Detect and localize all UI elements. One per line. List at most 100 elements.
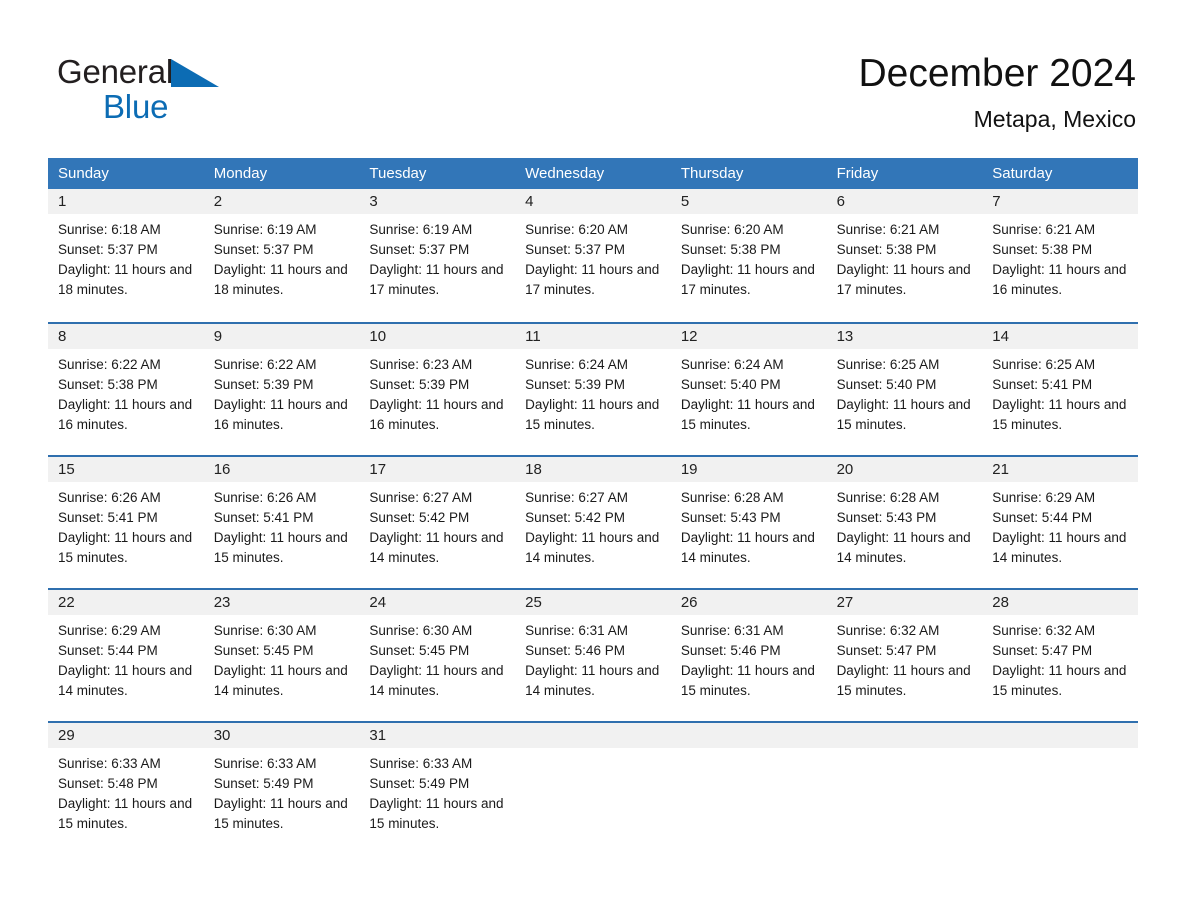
day-cell[interactable]: 27 Sunrise: 6:32 AM Sunset: 5:47 PM Dayl…: [826, 590, 983, 721]
daylight-text: Daylight: 11 hours and 15 minutes.: [369, 796, 504, 831]
sunrise-text: Sunrise: 6:33 AM: [369, 756, 473, 771]
day-cell[interactable]: 31 Sunrise: 6:33 AM Sunset: 5:49 PM Dayl…: [359, 723, 516, 854]
day-cell[interactable]: 28 Sunrise: 6:32 AM Sunset: 5:47 PM Dayl…: [982, 590, 1138, 721]
daylight-text: Daylight: 11 hours and 14 minutes.: [213, 663, 348, 698]
day-number: 1: [48, 189, 204, 214]
day-cell[interactable]: 19 Sunrise: 6:28 AM Sunset: 5:43 PM Dayl…: [670, 457, 827, 588]
day-details: Sunrise: 6:28 AM Sunset: 5:43 PM Dayligh…: [827, 482, 983, 568]
day-details: Sunrise: 6:32 AM Sunset: 5:47 PM Dayligh…: [827, 615, 983, 701]
day-details: Sunrise: 6:29 AM Sunset: 5:44 PM Dayligh…: [982, 482, 1138, 568]
sunset-text: Sunset: 5:38 PM: [680, 242, 781, 257]
day-cell[interactable]: 22 Sunrise: 6:29 AM Sunset: 5:44 PM Dayl…: [48, 590, 204, 721]
daylight-text: Daylight: 11 hours and 15 minutes.: [680, 663, 815, 698]
day-cell[interactable]: 11 Sunrise: 6:24 AM Sunset: 5:39 PM Dayl…: [515, 324, 671, 455]
day-number: 11: [515, 324, 671, 349]
day-cell[interactable]: 24 Sunrise: 6:30 AM Sunset: 5:45 PM Dayl…: [359, 590, 516, 721]
day-cell[interactable]: 6 Sunrise: 6:21 AM Sunset: 5:38 PM Dayli…: [826, 189, 983, 322]
day-cell[interactable]: 18 Sunrise: 6:27 AM Sunset: 5:42 PM Dayl…: [515, 457, 671, 588]
daylight-text: Daylight: 11 hours and 14 minutes.: [369, 663, 504, 698]
title-block: December 2024 Metapa, Mexico: [859, 50, 1137, 134]
day-cell[interactable]: 2 Sunrise: 6:19 AM Sunset: 5:37 PM Dayli…: [203, 189, 360, 322]
day-details: Sunrise: 6:25 AM Sunset: 5:41 PM Dayligh…: [982, 349, 1138, 435]
calendar-page: General Blue December 2024 Metapa, Mexic…: [0, 0, 1188, 918]
sunset-text: Sunset: 5:37 PM: [58, 242, 158, 257]
day-cell[interactable]: 15 Sunrise: 6:26 AM Sunset: 5:41 PM Dayl…: [48, 457, 204, 588]
day-cell[interactable]: 12 Sunrise: 6:24 AM Sunset: 5:40 PM Dayl…: [670, 324, 827, 455]
sunset-text: Sunset: 5:41 PM: [213, 510, 314, 525]
sunset-text: Sunset: 5:45 PM: [213, 643, 314, 658]
day-number: 8: [48, 324, 204, 349]
day-cell[interactable]: 5 Sunrise: 6:20 AM Sunset: 5:38 PM Dayli…: [670, 189, 827, 322]
day-cell[interactable]: 9 Sunrise: 6:22 AM Sunset: 5:39 PM Dayli…: [203, 324, 360, 455]
day-number: 5: [670, 189, 827, 214]
day-cell[interactable]: 30 Sunrise: 6:33 AM Sunset: 5:49 PM Dayl…: [203, 723, 360, 854]
sunrise-text: Sunrise: 6:26 AM: [58, 490, 161, 505]
day-details: Sunrise: 6:33 AM Sunset: 5:48 PM Dayligh…: [48, 748, 204, 834]
day-cell[interactable]: 17 Sunrise: 6:27 AM Sunset: 5:42 PM Dayl…: [359, 457, 516, 588]
sunset-text: Sunset: 5:39 PM: [213, 377, 314, 392]
sunset-text: Sunset: 5:39 PM: [525, 377, 625, 392]
day-cell[interactable]: 10 Sunrise: 6:23 AM Sunset: 5:39 PM Dayl…: [359, 324, 516, 455]
day-details: Sunrise: 6:21 AM Sunset: 5:38 PM Dayligh…: [827, 214, 983, 300]
day-cell[interactable]: 1 Sunrise: 6:18 AM Sunset: 5:37 PM Dayli…: [48, 189, 204, 322]
sunrise-text: Sunrise: 6:21 AM: [992, 222, 1096, 237]
day-details: Sunrise: 6:29 AM Sunset: 5:44 PM Dayligh…: [48, 615, 204, 701]
day-details: Sunrise: 6:23 AM Sunset: 5:39 PM Dayligh…: [359, 349, 515, 435]
day-cell[interactable]: 7 Sunrise: 6:21 AM Sunset: 5:38 PM Dayli…: [982, 189, 1138, 322]
weekday-friday: Friday: [836, 165, 879, 182]
sunrise-text: Sunrise: 6:30 AM: [369, 623, 473, 638]
sunset-text: Sunset: 5:43 PM: [836, 510, 937, 525]
sunset-text: Sunset: 5:49 PM: [369, 776, 470, 791]
page-subtitle-location: Metapa, Mexico: [973, 106, 1136, 132]
day-number: 30: [203, 723, 360, 748]
sunrise-text: Sunrise: 6:28 AM: [836, 490, 940, 505]
day-details: Sunrise: 6:30 AM Sunset: 5:45 PM Dayligh…: [359, 615, 515, 701]
sunset-text: Sunset: 5:37 PM: [525, 242, 625, 257]
day-number: 7: [982, 189, 1138, 214]
day-cell[interactable]: 23 Sunrise: 6:30 AM Sunset: 5:45 PM Dayl…: [203, 590, 360, 721]
weekday-header-row: Sunday Monday Tuesday Wednesday Thursday…: [48, 158, 1138, 189]
day-cell[interactable]: 25 Sunrise: 6:31 AM Sunset: 5:46 PM Dayl…: [515, 590, 671, 721]
day-cell[interactable]: 16 Sunrise: 6:26 AM Sunset: 5:41 PM Dayl…: [203, 457, 360, 588]
day-cell[interactable]: 26 Sunrise: 6:31 AM Sunset: 5:46 PM Dayl…: [670, 590, 827, 721]
weekday-thursday: Thursday: [680, 165, 744, 182]
day-number: [515, 723, 671, 748]
day-number: 4: [515, 189, 671, 214]
day-cell[interactable]: 8 Sunrise: 6:22 AM Sunset: 5:38 PM Dayli…: [48, 324, 204, 455]
day-number: 24: [359, 590, 516, 615]
day-number: 16: [203, 457, 360, 482]
sunrise-text: Sunrise: 6:27 AM: [525, 490, 628, 505]
day-details: Sunrise: 6:32 AM Sunset: 5:47 PM Dayligh…: [982, 615, 1138, 701]
page-header: General Blue December 2024 Metapa, Mexic…: [0, 0, 1188, 158]
weekday-wednesday: Wednesday: [525, 165, 605, 182]
sunset-text: Sunset: 5:44 PM: [58, 643, 158, 658]
day-cell[interactable]: 13 Sunrise: 6:25 AM Sunset: 5:40 PM Dayl…: [826, 324, 983, 455]
daylight-text: Daylight: 11 hours and 15 minutes.: [836, 663, 971, 698]
day-cell[interactable]: 3 Sunrise: 6:19 AM Sunset: 5:37 PM Dayli…: [359, 189, 516, 322]
sunrise-text: Sunrise: 6:23 AM: [369, 357, 473, 372]
daylight-text: Daylight: 11 hours and 14 minutes.: [58, 663, 193, 698]
sunrise-text: Sunrise: 6:24 AM: [525, 357, 628, 372]
week-row: 8 Sunrise: 6:22 AM Sunset: 5:38 PM Dayli…: [48, 322, 1138, 455]
day-details: Sunrise: 6:18 AM Sunset: 5:37 PM Dayligh…: [48, 214, 204, 300]
sunset-text: Sunset: 5:48 PM: [58, 776, 158, 791]
daylight-text: Daylight: 11 hours and 18 minutes.: [58, 262, 193, 297]
day-details: Sunrise: 6:27 AM Sunset: 5:42 PM Dayligh…: [515, 482, 671, 568]
day-cell[interactable]: 14 Sunrise: 6:25 AM Sunset: 5:41 PM Dayl…: [982, 324, 1138, 455]
sunset-text: Sunset: 5:41 PM: [992, 377, 1093, 392]
day-cell[interactable]: 20 Sunrise: 6:28 AM Sunset: 5:43 PM Dayl…: [826, 457, 983, 588]
day-cell[interactable]: 29 Sunrise: 6:33 AM Sunset: 5:48 PM Dayl…: [48, 723, 204, 854]
day-number: 10: [359, 324, 516, 349]
day-number: 27: [826, 590, 983, 615]
day-cell[interactable]: 4 Sunrise: 6:20 AM Sunset: 5:37 PM Dayli…: [515, 189, 671, 322]
day-cell[interactable]: 21 Sunrise: 6:29 AM Sunset: 5:44 PM Dayl…: [982, 457, 1138, 588]
day-details: Sunrise: 6:26 AM Sunset: 5:41 PM Dayligh…: [204, 482, 360, 568]
day-cell-empty: [515, 723, 671, 854]
sunset-text: Sunset: 5:40 PM: [836, 377, 937, 392]
sunrise-text: Sunrise: 6:31 AM: [525, 623, 628, 638]
sunrise-text: Sunrise: 6:33 AM: [213, 756, 317, 771]
sunset-text: Sunset: 5:38 PM: [836, 242, 937, 257]
daylight-text: Daylight: 11 hours and 15 minutes.: [836, 397, 971, 432]
sunset-text: Sunset: 5:40 PM: [680, 377, 781, 392]
day-details: Sunrise: 6:33 AM Sunset: 5:49 PM Dayligh…: [204, 748, 360, 834]
